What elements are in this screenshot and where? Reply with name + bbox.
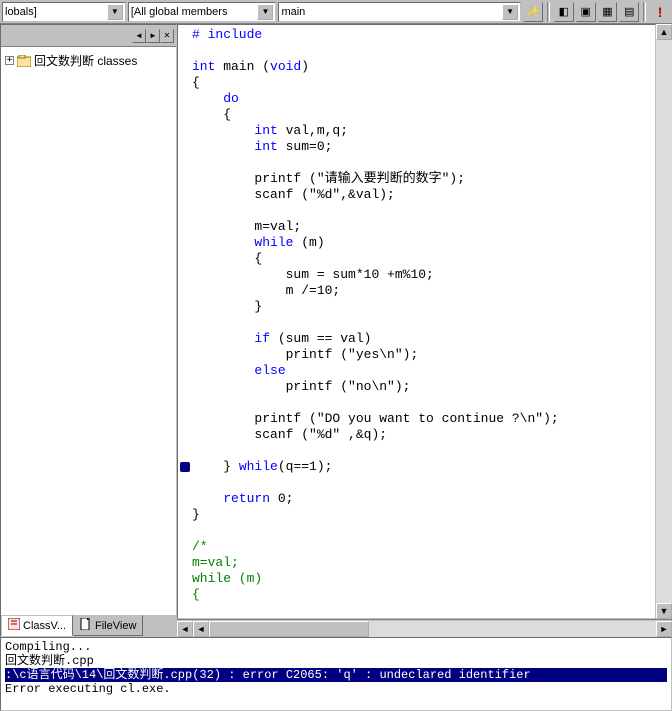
scroll-up-icon[interactable]: ▲ — [656, 24, 672, 40]
tree-item-label: 回文数判断 classes — [34, 52, 137, 69]
code-line[interactable]: # include — [192, 27, 655, 43]
code-editor[interactable]: # include int main (void){ do { int val,… — [177, 24, 656, 619]
code-line[interactable]: { — [192, 251, 655, 267]
scope-combo[interactable]: lobals] ▼ — [2, 2, 126, 22]
code-line[interactable]: int main (void) — [192, 59, 655, 75]
tree-item[interactable]: + 回文数判断 classes — [5, 51, 172, 70]
code-line[interactable]: } — [192, 299, 655, 315]
scroll-right-icon[interactable]: ► — [656, 621, 672, 637]
code-line[interactable]: printf ("请输入要判断的数字"); — [192, 171, 655, 187]
toolbar-separator — [643, 2, 646, 22]
scroll-down-icon[interactable]: ▼ — [656, 603, 672, 619]
code-line[interactable]: while (m) — [192, 235, 655, 251]
sidebar-tabs: ClassV... FileView — [1, 614, 176, 636]
code-line[interactable]: printf ("no\n"); — [192, 379, 655, 395]
tool-icon-3[interactable]: ▦ — [598, 2, 618, 22]
function-combo-text: main — [281, 6, 502, 18]
editor-pane: # include int main (void){ do { int val,… — [177, 24, 672, 637]
exclamation-icon[interactable]: ! — [650, 2, 670, 22]
tab-fileview[interactable]: FileView — [73, 615, 143, 636]
code-line[interactable] — [192, 155, 655, 171]
code-line[interactable] — [192, 475, 655, 491]
output-line: Compiling... — [5, 640, 667, 654]
output-line: Error executing cl.exe. — [5, 682, 667, 696]
code-line[interactable] — [192, 443, 655, 459]
code-line[interactable]: /* — [192, 539, 655, 555]
main-area: ◄ ► ✕ + 回文数判断 classes ClassV... — [0, 24, 672, 637]
code-line[interactable] — [192, 523, 655, 539]
scroll-track[interactable] — [656, 40, 672, 603]
toolbar-separator — [547, 2, 550, 22]
output-error-line[interactable]: :\c语言代码\14\回文数判断.cpp(32) : error C2065: … — [5, 668, 667, 682]
code-line[interactable]: if (sum == val) — [192, 331, 655, 347]
code-line[interactable]: m /=10; — [192, 283, 655, 299]
code-line[interactable]: scanf ("%d" ,&q); — [192, 427, 655, 443]
close-icon[interactable]: ✕ — [160, 29, 174, 43]
code-line[interactable]: else — [192, 363, 655, 379]
chevron-down-icon[interactable]: ▼ — [107, 4, 123, 20]
code-line[interactable]: { — [192, 75, 655, 91]
chevron-down-icon[interactable]: ▼ — [502, 4, 518, 20]
tab-classview[interactable]: ClassV... — [1, 615, 73, 636]
scope-combo-text: lobals] — [5, 6, 107, 18]
members-combo-text: [All global members — [131, 6, 258, 18]
fileview-icon — [80, 618, 92, 633]
tool-icon-1[interactable]: ◧ — [554, 2, 574, 22]
code-line[interactable] — [192, 203, 655, 219]
bookmark-icon[interactable] — [180, 462, 190, 472]
code-line[interactable]: m=val; — [192, 555, 655, 571]
code-line[interactable]: } — [192, 507, 655, 523]
members-combo[interactable]: [All global members ▼ — [128, 2, 277, 22]
code-line[interactable]: printf ("yes\n"); — [192, 347, 655, 363]
output-line: 回文数判断.cpp — [5, 654, 667, 668]
code-line[interactable] — [192, 395, 655, 411]
chevron-right-icon[interactable]: ► — [146, 29, 160, 43]
code-line[interactable]: sum = sum*10 +m%10; — [192, 267, 655, 283]
code-line[interactable]: do — [192, 91, 655, 107]
function-combo[interactable]: main ▼ — [278, 2, 521, 22]
scroll-track[interactable] — [209, 621, 656, 637]
scroll-left-icon[interactable]: ◄ — [177, 621, 193, 637]
code-line[interactable]: } while(q==1); — [192, 459, 655, 475]
sidebar-toolbar: ◄ ► ✕ — [1, 25, 176, 47]
code-line[interactable] — [192, 43, 655, 59]
project-icon — [17, 55, 31, 67]
tab-label: FileView — [95, 620, 136, 632]
tab-label: ClassV... — [23, 620, 66, 632]
code-line[interactable]: printf ("DO you want to continue ?\n"); — [192, 411, 655, 427]
tool-icon-4[interactable]: ▤ — [619, 2, 639, 22]
code-line[interactable] — [192, 315, 655, 331]
expand-icon[interactable]: + — [5, 56, 14, 65]
code-line[interactable]: while (m) — [192, 571, 655, 587]
code-line[interactable]: int sum=0; — [192, 139, 655, 155]
horizontal-scrollbar[interactable]: ◄ ◄ ► — [177, 619, 672, 637]
workspace-sidebar: ◄ ► ✕ + 回文数判断 classes ClassV... — [0, 24, 177, 637]
classview-icon — [8, 618, 20, 633]
chevron-down-icon[interactable]: ▼ — [257, 4, 273, 20]
scroll-left-icon[interactable]: ◄ — [193, 621, 209, 637]
code-line[interactable]: { — [192, 587, 655, 603]
build-output[interactable]: Compiling... 回文数判断.cpp :\c语言代码\14\回文数判断.… — [0, 637, 672, 711]
wizard-icon[interactable]: ✨ — [523, 2, 543, 22]
code-line[interactable]: return 0; — [192, 491, 655, 507]
code-line[interactable]: scanf ("%d",&val); — [192, 187, 655, 203]
scroll-thumb[interactable] — [209, 621, 369, 637]
top-toolbar: lobals] ▼ [All global members ▼ main ▼ ✨… — [0, 0, 672, 24]
tool-icon-2[interactable]: ▣ — [576, 2, 596, 22]
code-line[interactable]: m=val; — [192, 219, 655, 235]
code-line[interactable]: { — [192, 107, 655, 123]
class-tree[interactable]: + 回文数判断 classes — [1, 47, 176, 614]
vertical-scrollbar[interactable]: ▲ ▼ — [656, 24, 672, 619]
code-line[interactable]: int val,m,q; — [192, 123, 655, 139]
chevron-left-icon[interactable]: ◄ — [132, 29, 146, 43]
